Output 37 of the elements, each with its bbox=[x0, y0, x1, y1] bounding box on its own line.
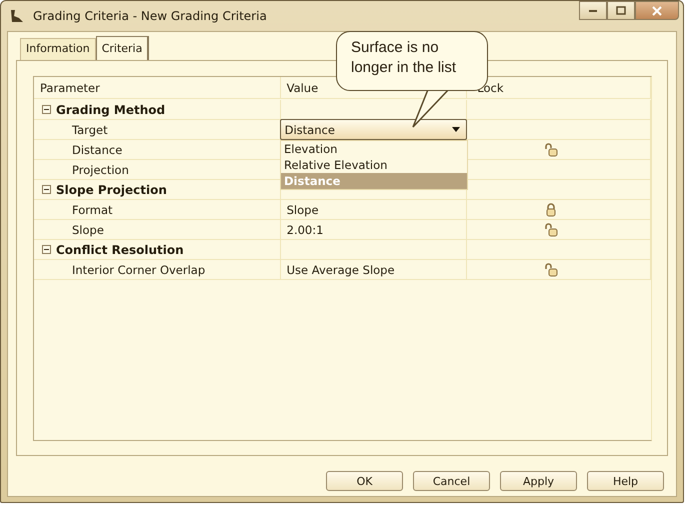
minimize-icon bbox=[589, 10, 597, 12]
dialog-button[interactable]: Help bbox=[587, 471, 664, 491]
parameter-cell: Slope bbox=[34, 220, 281, 240]
locked-padlock-icon[interactable] bbox=[544, 202, 557, 216]
maximize-button[interactable] bbox=[607, 1, 635, 20]
dialog-button[interactable]: OK bbox=[326, 471, 403, 491]
dialog-button[interactable]: Apply bbox=[500, 471, 577, 491]
window-title: Grading Criteria - New Grading Criteria bbox=[33, 9, 267, 23]
group-label: Grading Method bbox=[56, 102, 166, 116]
parameter-cell: Interior Corner Overlap bbox=[34, 260, 281, 280]
value-cell: Slope bbox=[280, 200, 468, 220]
collapse-toggle-icon[interactable] bbox=[42, 245, 51, 254]
tab[interactable]: Information bbox=[20, 38, 96, 60]
callout-text: Surface is no longer in the list bbox=[351, 38, 458, 78]
column-header: Parameter bbox=[34, 77, 281, 99]
dropdown-option[interactable]: Elevation bbox=[281, 141, 467, 157]
group-label: Slope Projection bbox=[56, 182, 167, 196]
parameter-cell: Format bbox=[34, 200, 281, 220]
unlocked-padlock-icon[interactable] bbox=[544, 222, 558, 236]
value-cell: Use Average Slope bbox=[280, 260, 468, 280]
value-dropdown[interactable]: Distance bbox=[280, 119, 467, 140]
close-button[interactable] bbox=[635, 1, 679, 20]
collapse-toggle-icon[interactable] bbox=[42, 105, 51, 114]
value-cell: 2.00:1 bbox=[280, 220, 468, 240]
unlocked-padlock-icon[interactable] bbox=[544, 142, 558, 156]
caret-icon bbox=[452, 127, 460, 132]
tab[interactable]: Criteria bbox=[96, 36, 150, 60]
collapse-toggle-icon[interactable] bbox=[42, 185, 51, 194]
unlocked-padlock-icon[interactable] bbox=[544, 262, 558, 276]
app-icon bbox=[9, 8, 25, 24]
dropdown-value: Distance bbox=[284, 122, 335, 136]
maximize-icon bbox=[616, 6, 626, 15]
dropdown-option[interactable]: Relative Elevation bbox=[281, 157, 467, 173]
close-icon bbox=[652, 6, 662, 16]
group-label: Conflict Resolution bbox=[56, 242, 184, 256]
dialog-button[interactable]: Cancel bbox=[413, 471, 490, 491]
minimize-button[interactable] bbox=[579, 1, 607, 20]
